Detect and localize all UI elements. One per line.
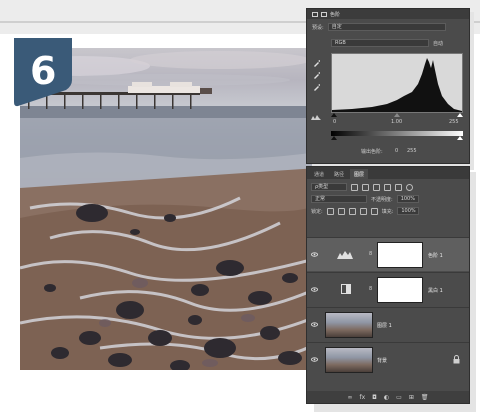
opacity-field[interactable]: 100%: [396, 195, 419, 203]
channel-dropdown[interactable]: RGB: [331, 39, 429, 47]
input-highlight-value[interactable]: 255: [449, 119, 459, 125]
layers-tabs: 通道 路径 图层: [307, 167, 469, 179]
bw-adjustment-icon: [341, 284, 351, 294]
layers-bottom-bar: ∞ fx ◘ ◐ ▭ ⊞ 🗑: [307, 391, 469, 403]
pixel-filter-icon[interactable]: [351, 183, 358, 191]
eyedropper-gray-icon[interactable]: [313, 71, 321, 79]
input-shadow-slider[interactable]: [331, 113, 337, 117]
input-highlight-slider[interactable]: [457, 113, 463, 117]
smart-object-filter-icon[interactable]: [395, 183, 402, 191]
lock-position-icon[interactable]: [348, 207, 356, 215]
type-filter-icon[interactable]: [373, 183, 380, 191]
histogram: [331, 53, 463, 113]
preset-dropdown[interactable]: 自定: [327, 23, 446, 31]
mask-link-icon[interactable]: 8: [369, 251, 372, 257]
adjustment-filter-icon[interactable]: [362, 183, 369, 191]
output-high-slider[interactable]: [457, 136, 463, 140]
trash-icon[interactable]: 🗑: [421, 394, 429, 401]
lock-image-icon[interactable]: [337, 207, 345, 215]
channel-value: RGB: [335, 40, 346, 46]
layer-thumbnail[interactable]: [325, 312, 373, 338]
output-low-value[interactable]: 0: [395, 148, 398, 154]
layer-mask-thumbnail[interactable]: [377, 242, 423, 268]
kind-filter-dropdown[interactable]: ρ类型: [311, 183, 347, 191]
tab-layers[interactable]: 图层: [350, 169, 369, 179]
layer-mask-thumbnail[interactable]: [377, 277, 423, 303]
output-low-slider[interactable]: [331, 136, 337, 140]
preset-label: 预设:: [312, 24, 324, 31]
input-shadow-value[interactable]: 0: [333, 119, 336, 125]
layer-name[interactable]: 黑白 1: [428, 287, 443, 294]
layer-thumbnail[interactable]: [325, 347, 373, 373]
layer-row-background[interactable]: 背景: [307, 342, 469, 376]
opacity-label: 不透明度:: [371, 196, 393, 203]
fill-value: 100%: [401, 208, 416, 214]
fill-label: 填充:: [381, 208, 394, 215]
input-midtone-slider[interactable]: [394, 113, 400, 117]
shape-filter-icon[interactable]: [384, 183, 391, 191]
lock-all-icon[interactable]: [370, 207, 378, 215]
input-midtone-value[interactable]: 1.00: [391, 119, 402, 125]
adjustment-icon[interactable]: ◐: [384, 394, 389, 401]
layer-name[interactable]: 背景: [377, 357, 387, 364]
layer-name[interactable]: 图层 1: [377, 322, 392, 329]
mask-link-icon[interactable]: 8: [369, 286, 372, 292]
blend-mode-dropdown[interactable]: 正常: [311, 195, 367, 203]
lock-label: 锁定:: [311, 208, 323, 215]
mask-icon[interactable]: ◘: [372, 394, 377, 401]
output-gradient: [331, 131, 463, 136]
lock-artboard-icon[interactable]: [359, 207, 367, 215]
auto-button[interactable]: 自动: [433, 40, 443, 47]
lock-transparency-icon[interactable]: [326, 207, 334, 215]
tab-channels[interactable]: 通道: [310, 169, 328, 179]
properties-panel: 色阶 预设: 自定 RGB 自动 0 1.00 255 输出色阶: 0 255: [306, 8, 470, 164]
eyedropper-black-icon[interactable]: [313, 59, 321, 67]
fx-icon[interactable]: fx: [360, 394, 366, 401]
levels-icon: [312, 11, 318, 17]
new-layer-icon[interactable]: ⊞: [409, 394, 414, 401]
layer-row-levels[interactable]: 8 色阶 1: [307, 237, 469, 271]
blend-mode-value: 正常: [315, 196, 326, 202]
visibility-eye-icon[interactable]: [311, 286, 318, 293]
kind-filter-value: ρ类型: [315, 184, 329, 190]
group-icon[interactable]: ▭: [396, 394, 402, 401]
layer-name[interactable]: 色阶 1: [428, 252, 443, 259]
properties-header: 色阶: [307, 9, 469, 19]
visibility-eye-icon[interactable]: [311, 321, 318, 328]
lock-icon[interactable]: [453, 355, 460, 364]
levels-adjustment-icon: [337, 251, 353, 259]
eyedropper-white-icon[interactable]: [313, 83, 321, 91]
layer-row-layer-1[interactable]: 图层 1: [307, 307, 469, 341]
layers-panel: 通道 路径 图层 ρ类型 正常 不透明度: 100% 锁定: 填充: 100% …: [306, 166, 470, 404]
filter-toggle-icon[interactable]: [406, 183, 413, 191]
properties-title: 色阶: [330, 11, 341, 18]
histogram-graph: [332, 58, 462, 112]
layer-row-black-white[interactable]: 8 黑白 1: [307, 272, 469, 306]
mask-icon[interactable]: [321, 11, 327, 17]
step-number: 6: [30, 49, 56, 93]
clipping-warning-icon[interactable]: [311, 113, 321, 121]
output-label: 输出色阶:: [361, 149, 383, 155]
opacity-value: 100%: [400, 196, 415, 202]
output-high-value[interactable]: 255: [407, 148, 417, 154]
link-icon[interactable]: ∞: [348, 394, 353, 401]
visibility-eye-icon[interactable]: [311, 251, 318, 258]
tab-paths[interactable]: 路径: [330, 169, 348, 179]
step-badge: 6: [14, 38, 72, 107]
visibility-eye-icon[interactable]: [311, 356, 318, 363]
fill-field[interactable]: 100%: [397, 207, 420, 215]
preset-value: 自定: [331, 24, 342, 30]
